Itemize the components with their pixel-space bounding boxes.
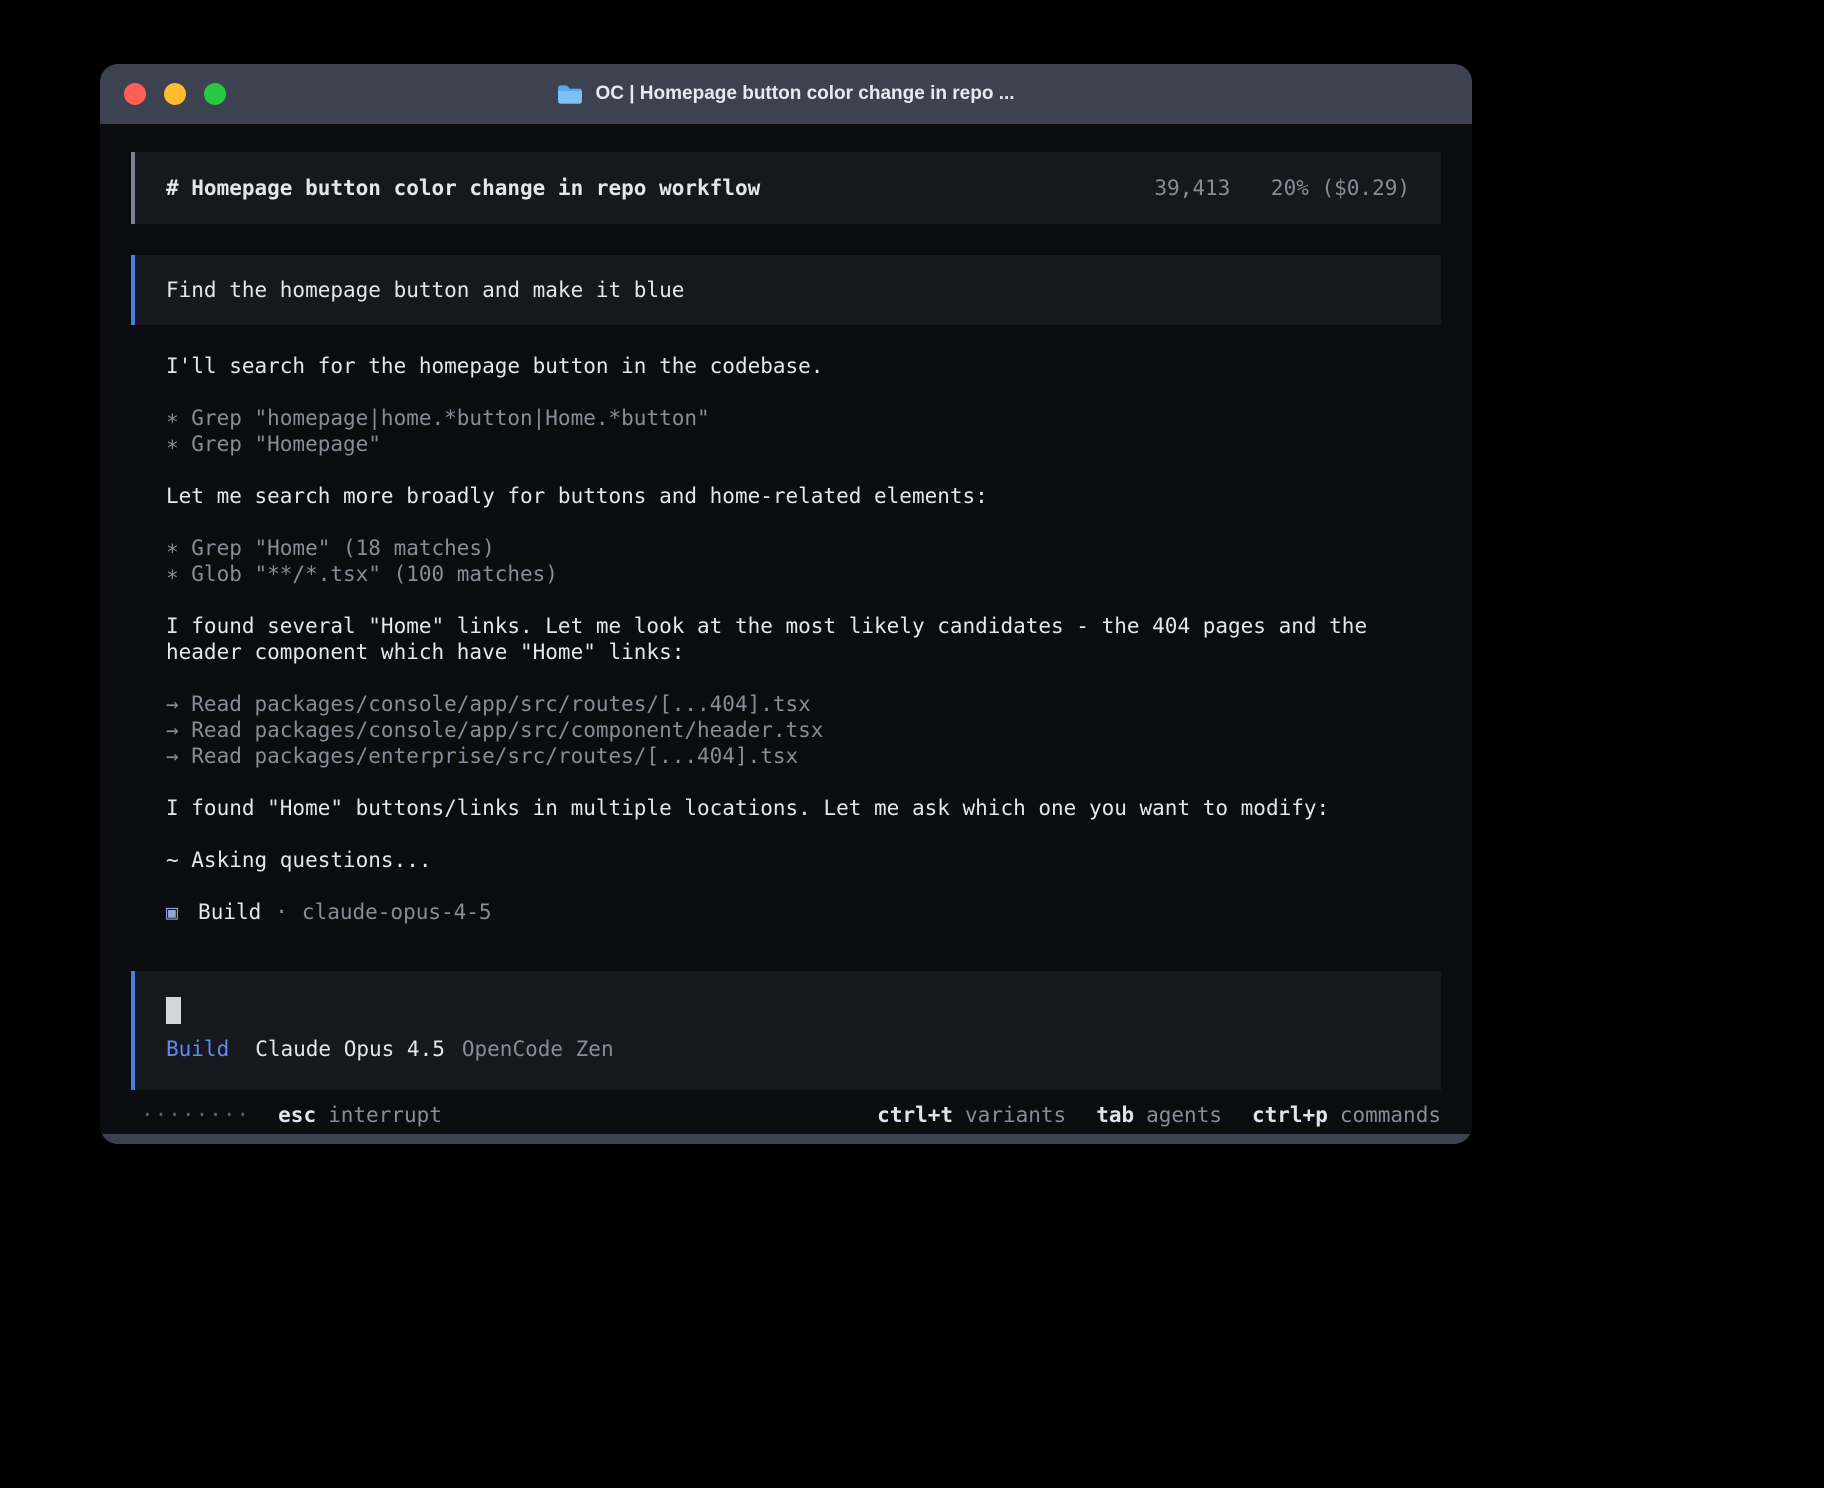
user-message-text: Find the homepage button and make it blu… <box>166 278 684 302</box>
tool-call-grep: ∗ Grep "Homepage" <box>166 431 1441 457</box>
shortcut-variants[interactable]: ctrl+t variants <box>877 1102 1066 1128</box>
agent-name: Build <box>198 899 261 925</box>
tool-call-grep: ∗ Grep "Home" (18 matches) <box>166 535 1441 561</box>
status-bar: ········ esc interrupt ctrl+t variants t… <box>131 1102 1441 1128</box>
agent-icon: ▣ <box>166 899 178 925</box>
agent-model: claude-opus-4-5 <box>302 899 492 925</box>
assistant-paragraph: Let me search more broadly for buttons a… <box>166 483 1441 509</box>
tool-call-grep: ∗ Grep "homepage|home.*button|Home.*butt… <box>166 405 1441 431</box>
assistant-status: ~ Asking questions... <box>166 847 1441 873</box>
terminal-window: OC | Homepage button color change in rep… <box>100 64 1472 1144</box>
session-stats: 39,413 20% ($0.29) <box>1154 175 1410 201</box>
shortcut-label: agents <box>1146 1102 1222 1128</box>
assistant-paragraph: I found "Home" buttons/links in multiple… <box>166 795 1441 821</box>
shortcut-label: variants <box>965 1102 1066 1128</box>
shortcut-key: tab <box>1096 1102 1134 1128</box>
context-percent-cost: 20% ($0.29) <box>1271 176 1410 200</box>
assistant-transcript: I'll search for the homepage button in t… <box>131 353 1441 951</box>
zoom-button[interactable] <box>204 83 226 105</box>
tool-call-read: → Read packages/console/app/src/routes/[… <box>166 691 1441 717</box>
prompt-input[interactable]: Build Claude Opus 4.5 OpenCode Zen <box>131 971 1441 1090</box>
tool-call-group: ∗ Grep "Home" (18 matches) ∗ Glob "**/*.… <box>166 535 1441 587</box>
user-message: Find the homepage button and make it blu… <box>131 255 1441 325</box>
terminal-content: # Homepage button color change in repo w… <box>100 124 1472 1134</box>
right-shortcuts: ctrl+t variants tab agents ctrl+p comman… <box>877 1102 1441 1128</box>
tool-call-read: → Read packages/console/app/src/componen… <box>166 717 1441 743</box>
agent-info-line: ▣ Build · claude-opus-4-5 <box>166 899 1441 925</box>
close-button[interactable] <box>124 83 146 105</box>
folder-icon <box>557 84 583 104</box>
shortcut-label: commands <box>1340 1102 1441 1128</box>
titlebar[interactable]: OC | Homepage button color change in rep… <box>100 64 1472 124</box>
assistant-text: I found "Home" buttons/links in multiple… <box>166 795 1441 821</box>
minimize-button[interactable] <box>164 83 186 105</box>
asking-questions-status: ~ Asking questions... <box>166 847 1441 873</box>
shortcut-label: interrupt <box>328 1102 442 1128</box>
provider-label: OpenCode Zen <box>462 1036 614 1062</box>
session-title: # Homepage button color change in repo w… <box>166 175 760 201</box>
shortcut-key: ctrl+p <box>1252 1102 1328 1128</box>
shortcut-key: ctrl+t <box>877 1102 953 1128</box>
tool-call-group: ∗ Grep "homepage|home.*button|Home.*butt… <box>166 405 1441 457</box>
model-label[interactable]: Claude Opus 4.5 <box>255 1036 445 1062</box>
input-meta: Build Claude Opus 4.5 OpenCode Zen <box>166 1036 1410 1062</box>
assistant-paragraph: I'll search for the homepage button in t… <box>166 353 1441 379</box>
assistant-text: I found several "Home" links. Let me loo… <box>166 613 1441 665</box>
title-group: OC | Homepage button color change in rep… <box>557 83 1014 105</box>
shortcut-interrupt[interactable]: esc interrupt <box>278 1102 442 1128</box>
shortcut-agents[interactable]: tab agents <box>1096 1102 1222 1128</box>
assistant-paragraph: I found several "Home" links. Let me loo… <box>166 613 1441 665</box>
assistant-text: I'll search for the homepage button in t… <box>166 353 1441 379</box>
agent-mode-label[interactable]: Build <box>166 1036 229 1062</box>
shortcut-commands[interactable]: ctrl+p commands <box>1252 1102 1441 1128</box>
token-count: 39,413 <box>1154 176 1230 200</box>
tool-call-group: → Read packages/console/app/src/routes/[… <box>166 691 1441 769</box>
assistant-text: Let me search more broadly for buttons a… <box>166 483 1441 509</box>
separator-dot: · <box>275 899 288 925</box>
text-cursor <box>166 997 181 1024</box>
session-header: # Homepage button color change in repo w… <box>131 152 1441 224</box>
progress-dots: ········ <box>141 1102 250 1128</box>
traffic-lights <box>124 64 226 124</box>
tool-call-glob: ∗ Glob "**/*.tsx" (100 matches) <box>166 561 1441 587</box>
tool-call-read: → Read packages/enterprise/src/routes/[.… <box>166 743 1441 769</box>
shortcut-key: esc <box>278 1102 316 1128</box>
window-title: OC | Homepage button color change in rep… <box>595 83 1014 105</box>
